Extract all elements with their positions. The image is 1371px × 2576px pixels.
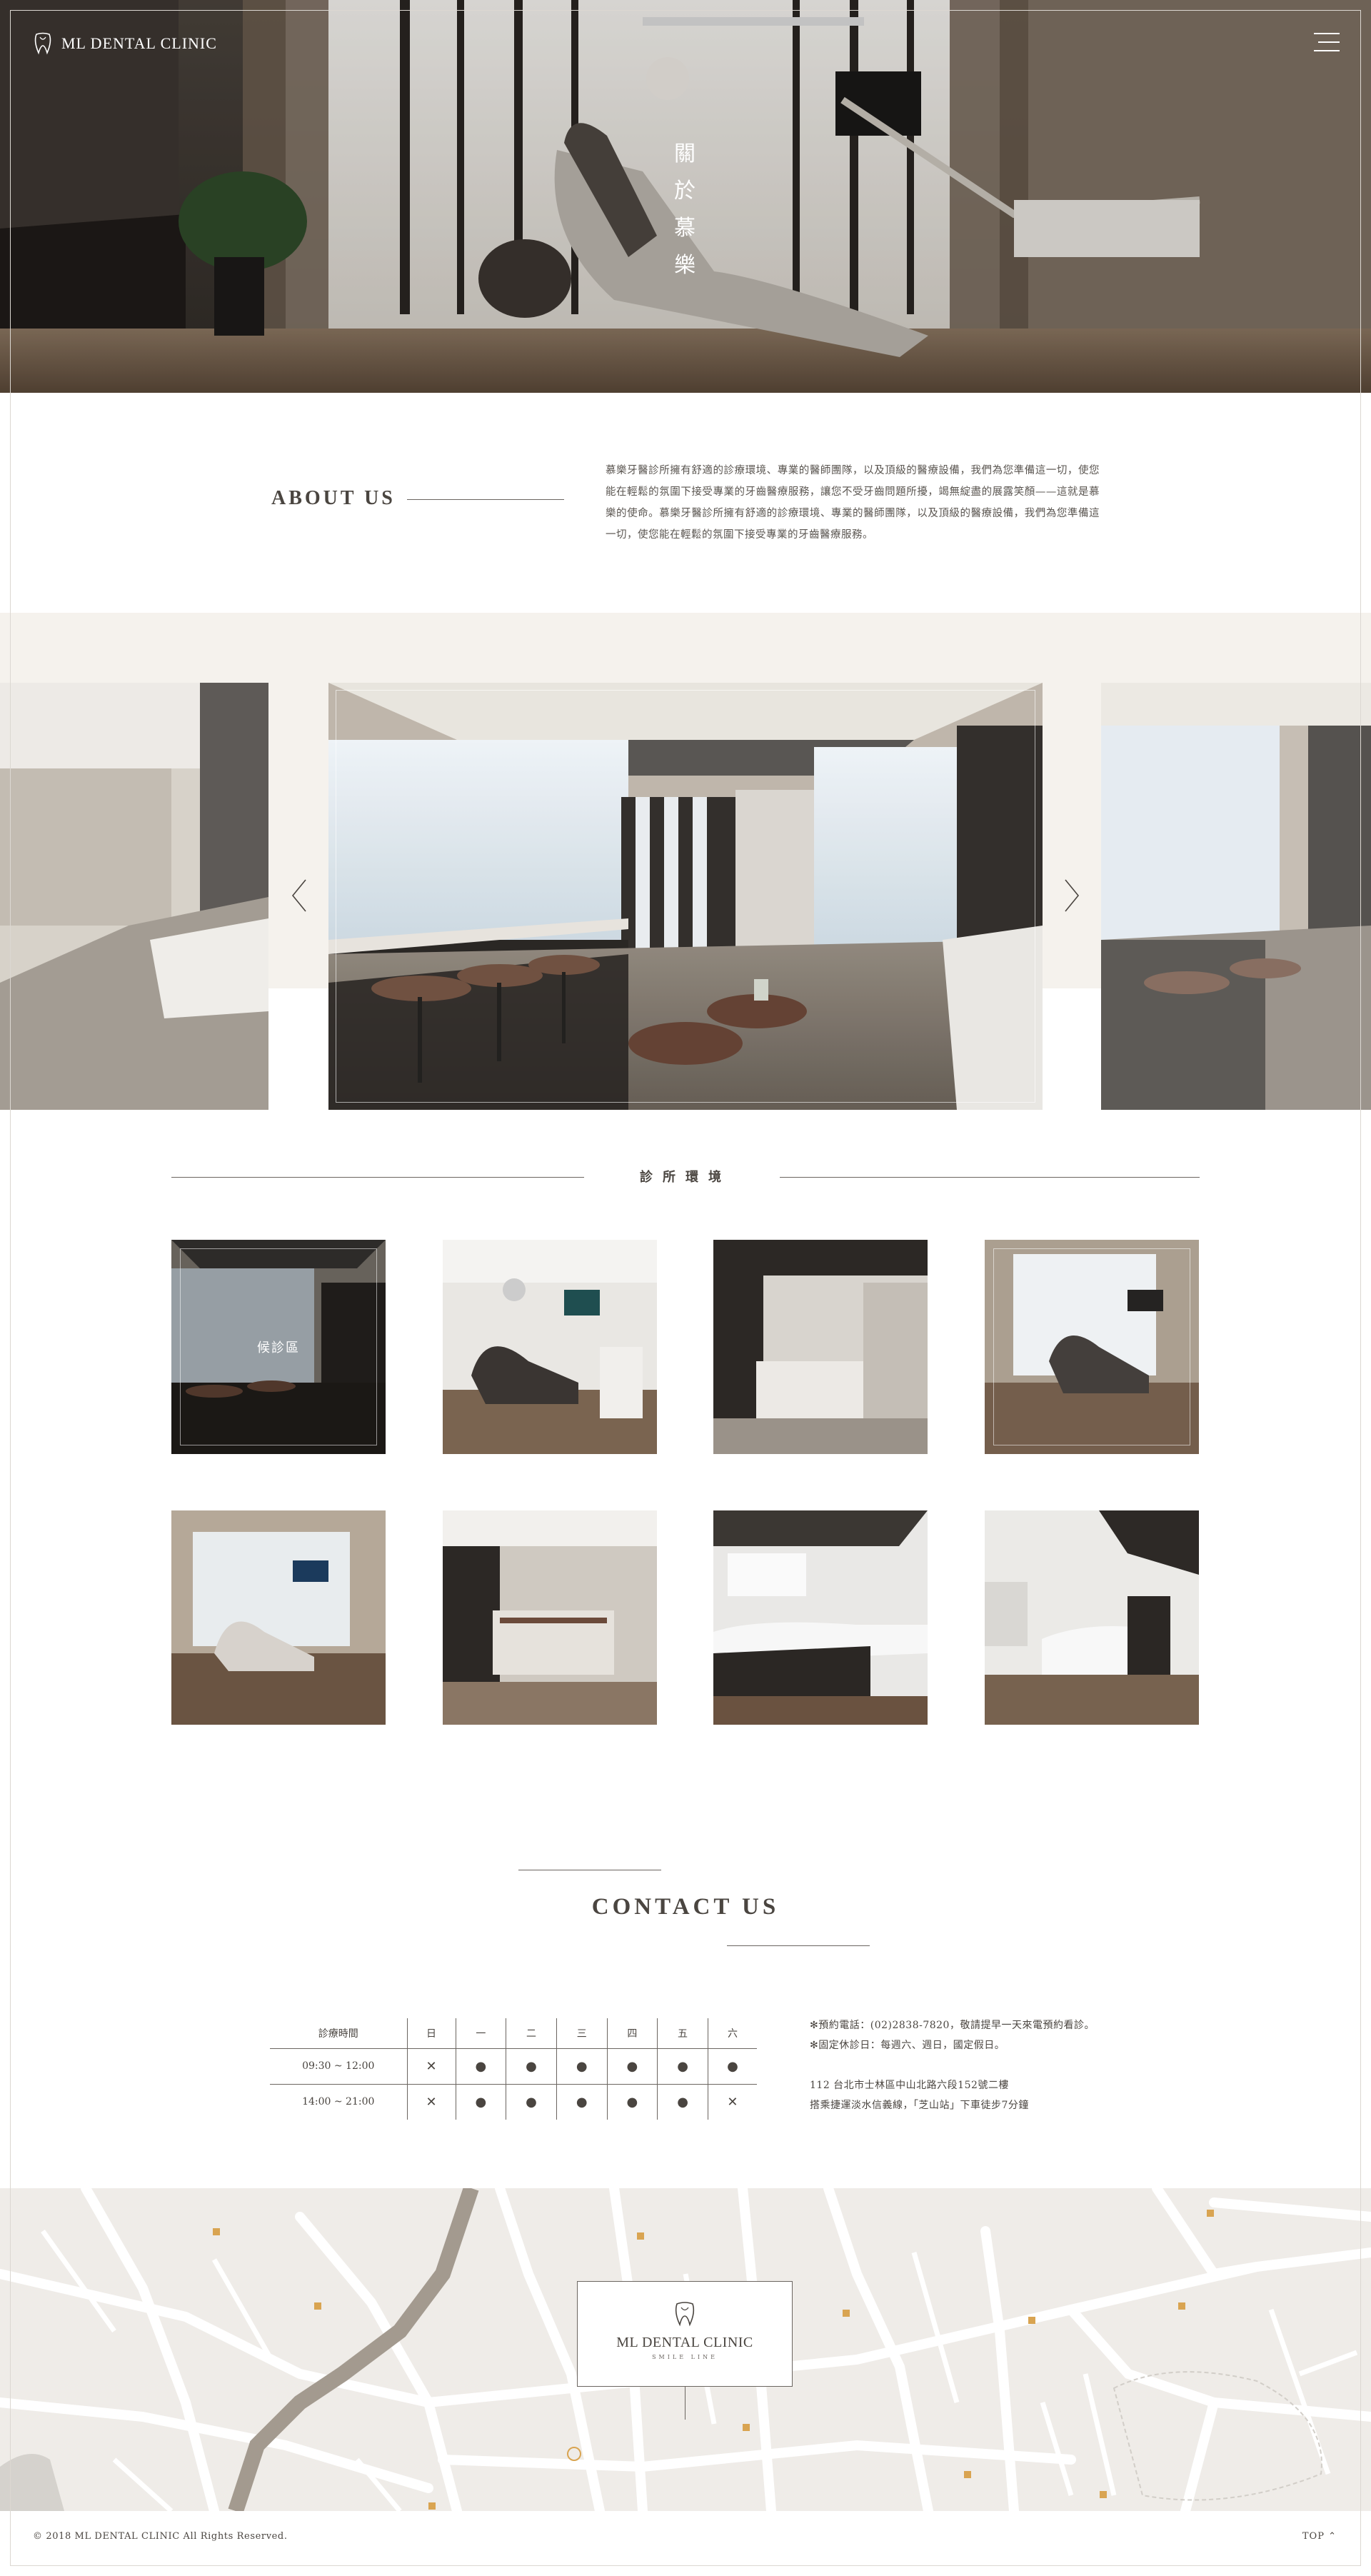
hours-header-cell: 診療時間 <box>270 2018 407 2049</box>
hours-status-cell: ● <box>556 2048 608 2085</box>
hero-title: 關 於 慕 樂 <box>671 136 700 284</box>
section-divider <box>780 1177 1200 1178</box>
hamburger-menu-icon[interactable] <box>1311 31 1340 54</box>
chevron-left-icon <box>291 879 306 912</box>
hours-status-cell: ✕ <box>406 2084 456 2120</box>
map-card-subtitle: SMILE LINE <box>652 2354 718 2360</box>
contact-divider-bottom <box>727 1945 870 1946</box>
environment-thumb[interactable] <box>985 1240 1199 1454</box>
hours-status-cell: ● <box>506 2048 557 2085</box>
gallery-slide-next[interactable] <box>1101 683 1371 1110</box>
thumb-label: 候診區 <box>257 1340 300 1355</box>
section-divider <box>171 1177 584 1178</box>
tooth-icon <box>34 32 51 55</box>
hours-time-cell: 14:00 ~ 21:00 <box>302 2096 375 2108</box>
hours-status-cell: ● <box>556 2084 608 2120</box>
hours-header-cell: 三 <box>556 2018 608 2049</box>
hours-row: 14:00 ~ 21:00 ✕ ● ● ● ● ● ✕ <box>270 2084 757 2120</box>
hero-title-char: 樂 <box>674 253 697 278</box>
hours-header-cell: 一 <box>455 2018 506 2049</box>
environment-thumb[interactable] <box>713 1510 928 1725</box>
gallery-slide-prev[interactable] <box>0 683 268 1110</box>
thumb-photo <box>713 1510 928 1725</box>
environment-thumb[interactable] <box>171 1510 386 1725</box>
tooth-icon <box>675 2302 695 2327</box>
map-pin-line <box>685 2387 686 2420</box>
hours-status-cell: ● <box>657 2084 708 2120</box>
thumb-photo <box>713 1240 928 1454</box>
thumb-photo <box>443 1510 657 1725</box>
environment-thumb[interactable] <box>985 1510 1199 1725</box>
hero-title-char: 慕 <box>674 216 697 241</box>
hours-header-cell: 二 <box>506 2018 557 2049</box>
chevron-right-icon <box>1065 879 1080 912</box>
hours-status-cell: ✕ <box>707 2084 757 2120</box>
site-logo[interactable]: ML DENTAL CLINIC <box>33 31 217 56</box>
environment-thumb[interactable] <box>443 1510 657 1725</box>
hours-status-cell: ● <box>455 2048 506 2085</box>
hours-status-cell: ● <box>606 2084 658 2120</box>
address-text: 112 台北市士林區中山北路六段152號二樓 <box>810 2080 1009 2091</box>
phone-text[interactable]: ✻預約電話：(02)2838-7820，敬請提早一天來電預約看診。 <box>810 2015 1138 2035</box>
gallery-slide-active[interactable] <box>328 683 1043 1110</box>
about-heading: ABOUT US <box>271 487 396 509</box>
hours-status-cell: ✕ <box>406 2048 456 2085</box>
hours-header-cell: 四 <box>606 2018 658 2049</box>
gallery-next-button[interactable] <box>1061 876 1083 916</box>
thumb-photo <box>443 1240 657 1454</box>
hours-status-cell: ● <box>657 2048 708 2085</box>
footer-copyright: © 2018 ML DENTAL CLINIC All Rights Reser… <box>33 2531 288 2542</box>
hours-header-cell: 五 <box>657 2018 708 2049</box>
gallery-prev-button[interactable] <box>288 876 310 916</box>
about-divider <box>407 499 564 500</box>
thumb-frame <box>993 1248 1190 1445</box>
map-card-name: ML DENTAL CLINIC <box>616 2335 753 2350</box>
back-to-top-link[interactable]: TOP ⌃ <box>1302 2531 1337 2542</box>
slide-frame <box>336 690 1035 1103</box>
clinic-hours-table: 診療時間 日 一 二 三 四 五 六 09:30 ~ 12:00 ✕ ● ● ●… <box>270 2018 757 2120</box>
hours-row: 09:30 ~ 12:00 ✕ ● ● ● ● ● ● <box>270 2048 757 2085</box>
hours-time-cell: 09:30 ~ 12:00 <box>270 2048 407 2085</box>
about-text: 慕樂牙醫診所擁有舒適的診療環境、專業的醫師團隊，以及頂級的醫療設備，我們為您準備… <box>606 465 1100 541</box>
hero-title-char: 關 <box>674 141 697 166</box>
environment-thumb[interactable] <box>713 1240 928 1454</box>
hours-header-cell: 日 <box>406 2018 456 2049</box>
hours-status-cell: ● <box>606 2048 658 2085</box>
hours-status-cell: ● <box>455 2084 506 2120</box>
closed-days-text: ✻固定休診日：每週六、週日，國定假日。 <box>810 2040 1005 2051</box>
contact-heading: CONTACT US <box>591 1894 780 1920</box>
contact-info: ✻預約電話：(02)2838-7820，敬請提早一天來電預約看診。 ✻固定休診日… <box>810 2015 1138 2115</box>
environment-thumb[interactable]: 候診區 <box>171 1240 386 1454</box>
hours-header-cell: 六 <box>707 2018 757 2049</box>
slide-photo <box>0 683 268 1110</box>
hero-title-char: 於 <box>674 179 697 204</box>
logo-text: ML DENTAL CLINIC <box>61 34 217 52</box>
thumb-photo <box>171 1510 386 1725</box>
map-location-card[interactable]: ML DENTAL CLINIC SMILE LINE <box>577 2281 793 2387</box>
transit-text: 搭乘捷運淡水信義線，「芝山站」下車徒步7分鐘 <box>810 2100 1029 2111</box>
thumb-photo <box>985 1510 1199 1725</box>
environment-title: 診所環境 <box>640 1170 731 1185</box>
environment-thumb[interactable] <box>443 1240 657 1454</box>
hero-banner: ML DENTAL CLINIC 關 於 慕 樂 <box>0 0 1371 393</box>
hours-status-cell: ● <box>506 2084 557 2120</box>
hours-header-row: 診療時間 日 一 二 三 四 五 六 <box>270 2018 757 2049</box>
hours-status-cell: ● <box>707 2048 757 2085</box>
slide-photo <box>1101 683 1371 1110</box>
